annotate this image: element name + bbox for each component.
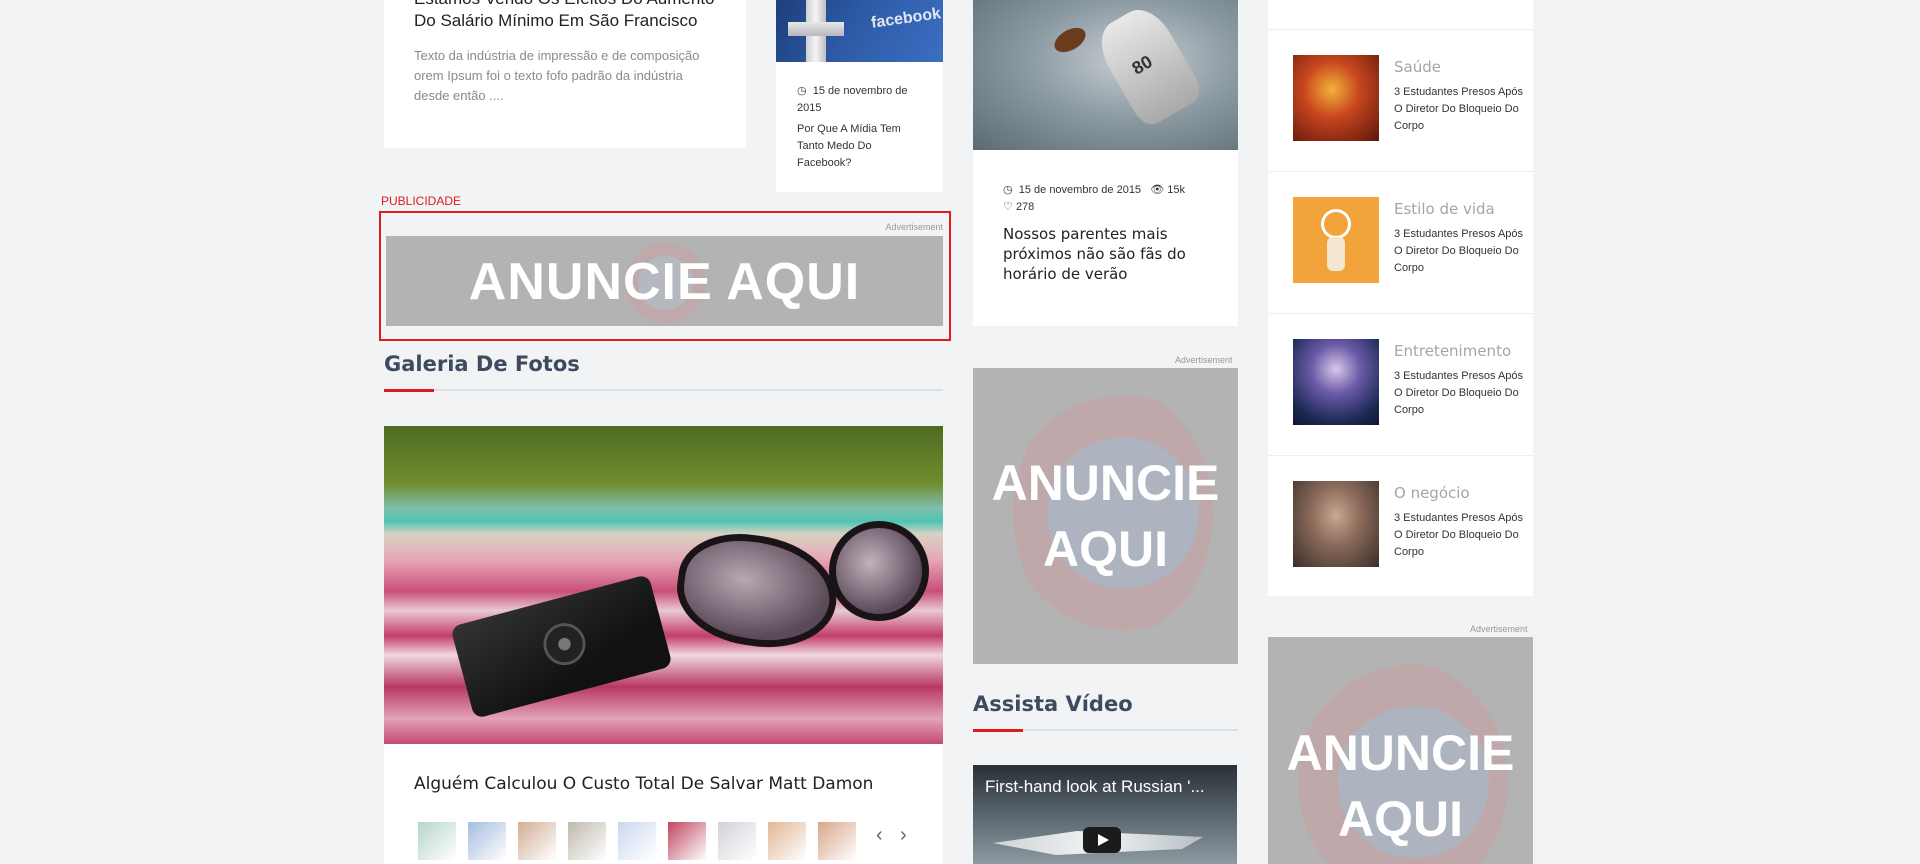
gallery-thumbnail[interactable] — [768, 822, 806, 860]
camera-shape — [450, 574, 673, 719]
category-list: Saúde 3 Estudantes Presos Após O Diretor… — [1268, 0, 1533, 596]
like-count: 278 — [1015, 201, 1035, 213]
gallery-section-title: Galeria De Fotos — [384, 352, 580, 376]
facebook-article-thumbnail[interactable]: facebook — [776, 0, 943, 62]
camera-lens-shape — [538, 618, 591, 670]
chevron-right-icon[interactable]: › — [900, 824, 907, 847]
list-item-category[interactable]: O negócio — [1394, 484, 1470, 502]
list-item-category[interactable]: Saúde — [1394, 58, 1441, 76]
list-item[interactable]: Entretenimento 3 Estudantes Presos Após … — [1268, 313, 1533, 455]
facebook-article-title[interactable]: Por Que A Mídia Tem Tanto Medo Do Facebo… — [797, 121, 927, 172]
top-article-card[interactable]: Estamos Vendo Os Efeitos Do Aumento Do S… — [384, 0, 746, 148]
advertisement-label: Advertisement — [1470, 624, 1528, 634]
list-item[interactable]: O negócio 3 Estudantes Presos Após O Dir… — [1268, 455, 1533, 597]
cross-shape-bar — [788, 22, 844, 36]
heart-icon: ♡ — [1003, 201, 1013, 213]
gallery-thumbnail[interactable] — [518, 822, 556, 860]
clock-icon: ◷ — [797, 85, 807, 97]
article-meta: ◷ 15 de novembro de 2015 👁 15k ♡ 278 — [1003, 182, 1223, 216]
section-accent-bar — [384, 389, 434, 392]
article-date: 15 de novembro de 2015 — [1018, 184, 1142, 196]
advertisement-label: Advertisement — [885, 222, 943, 232]
video-title[interactable]: First-hand look at Russian '... — [985, 777, 1205, 797]
gallery-main-photo[interactable] — [384, 426, 943, 744]
list-item-category[interactable]: Entretenimento — [1394, 342, 1511, 360]
football-shape — [1050, 22, 1090, 58]
list-item[interactable]: Estilo de vida 3 Estudantes Presos Após … — [1268, 171, 1533, 313]
ad-box-right[interactable]: ANUNCIE AQUI — [1268, 637, 1533, 864]
sunglasses-left-lens — [670, 525, 844, 657]
list-item-title[interactable]: 3 Estudantes Presos Após O Diretor Do Bl… — [1394, 226, 1524, 277]
player-shape: 80 — [1090, 0, 1206, 131]
gallery-thumbnail[interactable] — [818, 822, 856, 860]
list-item-thumbnail[interactable] — [1293, 55, 1379, 141]
figure-body-shape — [1327, 237, 1345, 271]
play-button[interactable] — [1083, 827, 1121, 853]
list-item-category[interactable]: Estilo de vida — [1394, 200, 1495, 218]
list-item-thumbnail[interactable] — [1293, 481, 1379, 567]
football-article-title[interactable]: Nossos parentes mais próximos não são fã… — [1003, 224, 1208, 284]
thumbnail-logo-text: facebook — [870, 5, 943, 32]
gallery-thumbnail[interactable] — [618, 822, 656, 860]
gallery-thumbnail[interactable] — [718, 822, 756, 860]
gallery-thumbnail[interactable] — [668, 822, 706, 860]
video-player[interactable]: First-hand look at Russian '... — [973, 765, 1237, 864]
ad-banner-highlight[interactable]: Advertisement ANUNCIE AQUI — [379, 211, 951, 341]
ad-banner[interactable]: ANUNCIE AQUI — [386, 236, 943, 326]
ad-box-middle[interactable]: ANUNCIE AQUI — [973, 368, 1238, 664]
photo-gallery: Alguém Calculou O Custo Total De Salvar … — [384, 426, 943, 864]
section-accent-bar — [973, 729, 1023, 732]
gallery-caption[interactable]: Alguém Calculou O Custo Total De Salvar … — [414, 774, 873, 794]
list-item-title[interactable]: 3 Estudantes Presos Após O Diretor Do Bl… — [1394, 510, 1524, 561]
gallery-thumbnail[interactable] — [568, 822, 606, 860]
view-count: 15k — [1167, 184, 1186, 196]
football-article-card[interactable]: 80 ◷ 15 de novembro de 2015 👁 15k ♡ 278 … — [973, 0, 1238, 326]
gallery-thumbnail[interactable] — [418, 822, 456, 860]
publicidade-label: PUBLICIDADE — [381, 194, 462, 208]
jersey-number: 80 — [1128, 51, 1156, 79]
ad-text-line2: AQUI — [1043, 521, 1168, 577]
chevron-left-icon[interactable]: ‹ — [876, 824, 883, 847]
list-item-thumbnail[interactable] — [1293, 339, 1379, 425]
clock-icon: ◷ — [1003, 184, 1013, 196]
gallery-thumbnail[interactable] — [468, 822, 506, 860]
ad-banner-text: ANUNCIE AQUI — [468, 253, 861, 311]
list-item-title[interactable]: 3 Estudantes Presos Após O Diretor Do Bl… — [1394, 84, 1524, 135]
list-item[interactable]: Saúde 3 Estudantes Presos Após O Diretor… — [1268, 29, 1533, 171]
top-article-excerpt: Texto da indústria de impressão e de com… — [414, 48, 700, 103]
top-article-title[interactable]: Estamos Vendo Os Efeitos Do Aumento Do S… — [414, 0, 734, 32]
list-item-title[interactable]: 3 Estudantes Presos Após O Diretor Do Bl… — [1394, 368, 1524, 419]
video-section-divider — [973, 729, 1238, 732]
figure-shape — [1321, 209, 1351, 239]
ad-text-line1: ANUNCIE — [1286, 725, 1515, 781]
article-date: 15 de novembro de 2015 — [797, 85, 908, 114]
article-meta: ◷ 15 de novembro de 2015 — [797, 83, 932, 117]
ad-text-line2: AQUI — [1338, 791, 1463, 847]
eye-icon: 👁 — [1150, 184, 1165, 196]
gallery-section-divider — [384, 389, 943, 392]
advertisement-label: Advertisement — [1175, 355, 1233, 365]
list-item-thumbnail[interactable] — [1293, 197, 1379, 283]
ad-text-line1: ANUNCIE — [991, 455, 1220, 511]
sunglasses-right-lens — [829, 521, 929, 621]
football-article-photo[interactable]: 80 — [973, 0, 1238, 150]
video-section-title: Assista Vídeo — [973, 692, 1133, 716]
facebook-article-card[interactable]: facebook ◷ 15 de novembro de 2015 Por Qu… — [776, 0, 943, 192]
